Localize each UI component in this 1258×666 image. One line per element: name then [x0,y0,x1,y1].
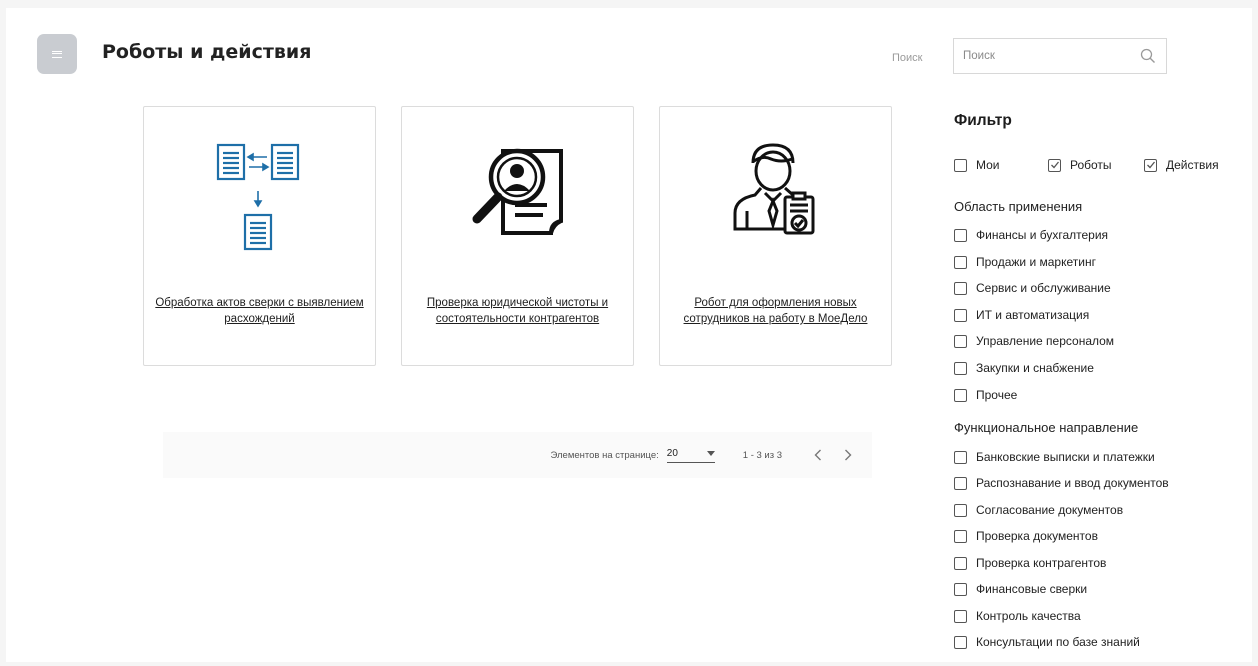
checkbox[interactable] [954,635,967,649]
checkbox[interactable] [954,556,967,570]
filter-area-item[interactable]: Продажи и маркетинг [954,255,1096,269]
checkbox[interactable] [954,281,967,295]
menu-button[interactable] [37,34,77,74]
chevron-left-icon [814,449,821,461]
robot-card-link[interactable]: Обработка актов сверки с выявлением расх… [154,295,365,327]
caret-down-icon [706,450,715,456]
checkbox-label: Финансы и бухгалтерия [976,228,1109,242]
search-input[interactable] [954,39,1136,73]
filter-area-item[interactable]: Управление персоналом [954,334,1114,348]
filter-function-item[interactable]: Финансовые сверки [954,582,1087,596]
checkbox[interactable] [954,334,967,348]
checkbox-checked[interactable] [1144,158,1157,172]
filter-area-item[interactable]: ИТ и автоматизация [954,308,1089,322]
checkbox[interactable] [954,582,967,596]
checkbox-label: Контроль качества [976,609,1081,623]
magnifier-profile-icon [402,133,633,263]
filter-area-item[interactable]: Финансы и бухгалтерия [954,228,1108,242]
prev-page-button[interactable] [810,445,826,465]
search-label: Поиск [892,52,923,64]
filter-function-item[interactable]: Банковские выписки и платежки [954,450,1155,464]
area-section-title: Область применения [954,199,1083,214]
per-page-select[interactable]: 20 [666,447,715,463]
checkbox[interactable] [954,388,967,402]
checkbox-label: Консультации по базе знаний [976,635,1140,649]
checkbox-label: Финансовые сверки [976,582,1088,596]
robot-card-link[interactable]: Проверка юридической чистоты и состоятел… [412,295,623,327]
filter-type-actions[interactable]: Действия [1144,158,1219,172]
filter-function-item[interactable]: Проверка контрагентов [954,556,1106,570]
checkbox[interactable] [954,450,967,464]
filter-type-robots[interactable]: Роботы [1048,158,1112,172]
checkbox-label: Согласование документов [976,503,1124,517]
pagination: Элементов на странице: 20 1 - 3 из 3 [163,432,872,478]
filter-function-item[interactable]: Проверка документов [954,529,1098,543]
checkbox-label: Продажи и маркетинг [976,255,1096,269]
employee-checklist-icon [660,133,891,263]
search-box[interactable] [953,38,1167,74]
checkbox-label: Действия [1166,158,1219,172]
robot-card[interactable]: Проверка юридической чистоты и состоятел… [401,106,634,366]
filter-function-item[interactable]: Консультации по базе знаний [954,635,1140,649]
hamburger-icon [52,50,62,58]
checkbox[interactable] [954,228,967,242]
checkbox-label: Управление персоналом [976,334,1115,348]
page: Роботы и действия Поиск Поиск Обработка … [6,8,1252,662]
checkbox[interactable] [954,308,967,322]
checkmark-icon [1146,161,1155,169]
checkbox[interactable] [954,255,967,269]
filter-area-item[interactable]: Закупки и снабжение [954,361,1094,375]
documents-compare-icon [144,133,375,263]
filter-area-item[interactable]: Сервис и обслуживание [954,281,1111,295]
checkbox[interactable] [954,529,967,543]
checkmark-icon [1050,161,1059,169]
checkbox-label: Проверка контрагентов [976,556,1107,570]
checkbox-label: Проверка документов [976,529,1098,543]
filter-function-item[interactable]: Контроль качества [954,609,1081,623]
checkbox-label: ИТ и автоматизация [976,308,1090,322]
checkbox-label: Распознавание и ввод документов [976,476,1169,490]
robot-card[interactable]: Обработка актов сверки с выявлением расх… [143,106,376,366]
checkbox-label: Роботы [1070,158,1112,172]
checkbox[interactable] [954,361,967,375]
checkbox-label: Закупки и снабжение [976,361,1094,375]
filter-function-item[interactable]: Распознавание и ввод документов [954,476,1169,490]
filter-function-item[interactable]: Согласование документов [954,503,1123,517]
checkbox[interactable] [954,158,967,172]
checkbox[interactable] [954,503,967,517]
checkbox-checked[interactable] [1048,158,1061,172]
per-page-label: Элементов на странице: [550,449,659,461]
per-page-value: 20 [666,447,678,459]
function-section-title: Функциональное направление [954,420,1139,435]
checkbox-label: Банковские выписки и платежки [976,450,1155,464]
filter-title: Фильтр [954,112,1012,129]
page-range: 1 - 3 из 3 [742,449,782,461]
filter-area-item[interactable]: Прочее [954,388,1017,402]
filter-type-my[interactable]: Мои [954,158,1000,172]
checkbox-label: Мои [976,158,1000,172]
next-page-button[interactable] [840,445,856,465]
checkbox[interactable] [954,476,967,490]
chevron-right-icon [845,449,852,461]
robot-card-link[interactable]: Робот для оформления новых сотрудников н… [670,295,881,327]
robot-card[interactable]: Робот для оформления новых сотрудников н… [659,106,892,366]
search-icon[interactable] [1136,44,1160,68]
page-title: Роботы и действия [102,41,312,63]
checkbox[interactable] [954,609,967,623]
checkbox-label: Прочее [976,388,1018,402]
checkbox-label: Сервис и обслуживание [976,281,1111,295]
